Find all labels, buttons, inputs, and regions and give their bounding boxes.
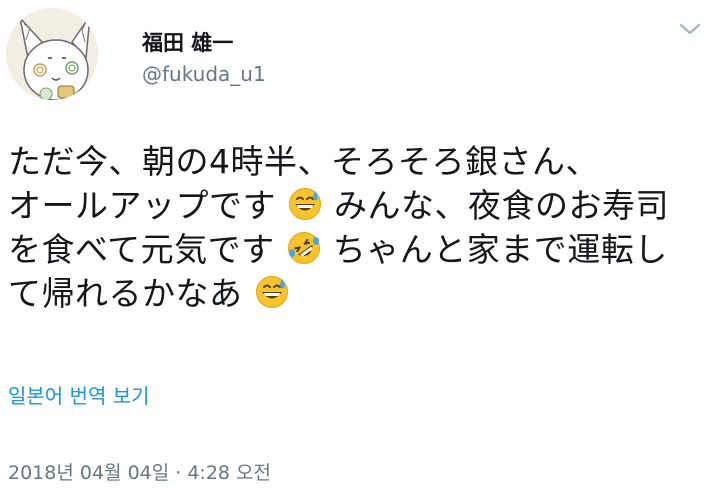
grinning-sweat-emoji-icon: [288, 187, 322, 221]
rolling-on-floor-laughing-emoji-icon: [287, 231, 321, 265]
tweet-text-line: を食べて元気です ちゃんと家まで運転し: [8, 228, 712, 272]
text-segment: みんな、夜食のお寿司: [334, 186, 669, 225]
tweet-timestamp[interactable]: 2018년 04월 04일 · 4:28 오전: [8, 458, 271, 485]
text-segment: て帰れるかなあ: [8, 274, 243, 313]
tweet-text: ただ今、朝の4時半、そろそろ銀さん、 オールアップです みんな、夜食のお寿司 を…: [8, 140, 712, 316]
cat-drawing-icon: [6, 8, 98, 100]
user-handle[interactable]: @fukuda_u1: [142, 62, 266, 86]
tweet-text-line: て帰れるかなあ: [8, 272, 712, 316]
text-segment: オールアップです: [8, 186, 276, 225]
chevron-down-icon[interactable]: [676, 18, 704, 40]
display-name[interactable]: 福田 雄一: [142, 27, 233, 57]
grinning-sweat-emoji-icon: [255, 275, 289, 309]
tweet-header: 福田 雄一 @fukuda_u1: [0, 0, 720, 110]
translate-tweet-link[interactable]: 일본어 번역 보기: [8, 380, 150, 409]
tweet-text-line: ただ今、朝の4時半、そろそろ銀さん、: [8, 140, 712, 184]
text-segment: ただ今、朝の4時半、そろそろ銀さん、: [8, 142, 599, 181]
text-segment: を食べて元気です: [8, 230, 275, 269]
avatar[interactable]: [6, 8, 98, 100]
text-segment: ちゃんと家まで運転し: [332, 230, 668, 269]
tweet-card: 福田 雄一 @fukuda_u1 ただ今、朝の4時半、そろそろ銀さん、 オールア…: [0, 0, 720, 494]
tweet-text-line: オールアップです みんな、夜食のお寿司: [8, 184, 712, 228]
